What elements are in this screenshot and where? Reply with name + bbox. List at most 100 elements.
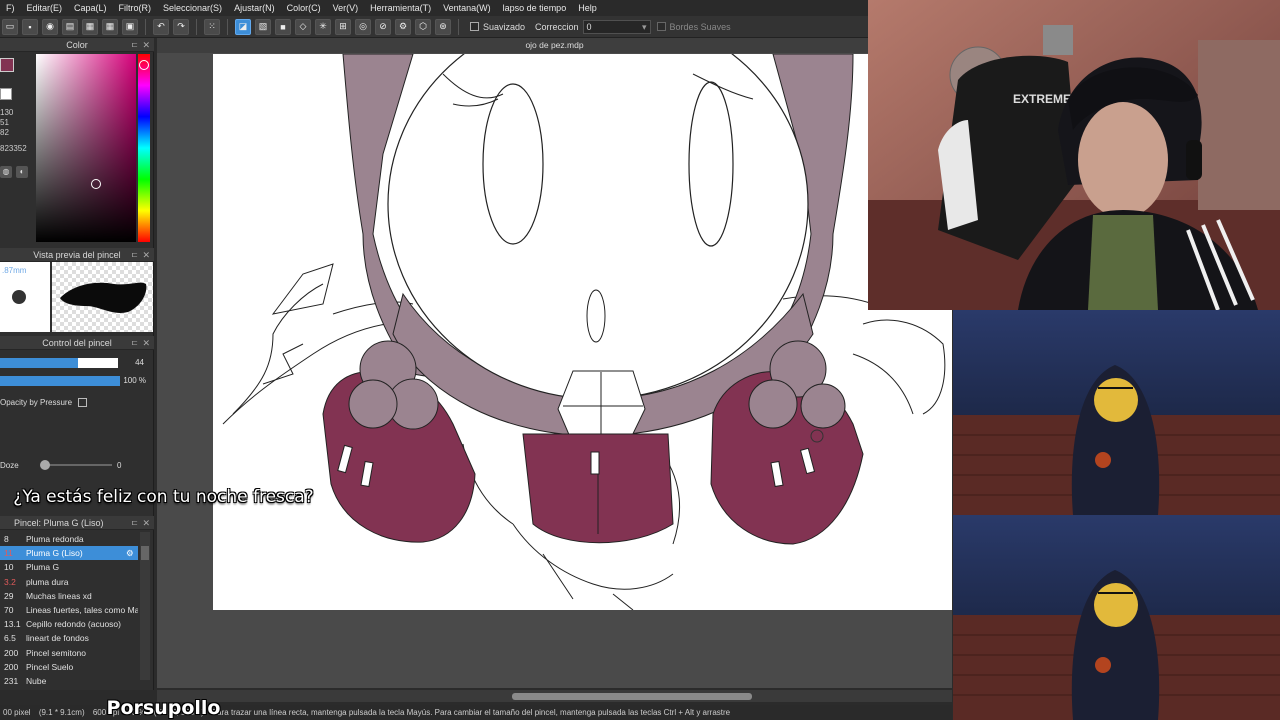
brush-control-panel: Control del pincel ⊏ ✕ 44 100 % Opacity … <box>0 336 154 512</box>
panel-close-icon[interactable]: ✕ <box>142 336 150 350</box>
hue-slider-cursor[interactable] <box>139 60 149 70</box>
color-palette-icon[interactable]: ◐ <box>16 166 28 178</box>
red-value[interactable]: 130 <box>0 108 13 117</box>
snap-off-icon[interactable]: ⊘ <box>375 18 391 35</box>
panel-pin-icon[interactable]: ⊏ <box>131 516 138 530</box>
main-color-swatch[interactable] <box>0 58 14 72</box>
tool-layers-icon[interactable]: ▣ <box>122 18 138 35</box>
snap-grid-icon[interactable]: ⊞ <box>335 18 351 35</box>
doze-slider-knob[interactable] <box>40 460 50 470</box>
menu-item-6[interactable]: Color(C) <box>281 3 327 13</box>
green-value[interactable]: 51 <box>0 118 9 127</box>
opacity-by-pressure-label: Opacity by Pressure <box>0 398 73 407</box>
tool-text-icon[interactable]: ▦ <box>82 18 98 35</box>
document-tab[interactable]: ojo de pez.mdp <box>157 38 952 53</box>
doze-slider[interactable] <box>42 464 112 466</box>
brush-list-item[interactable]: 200 Pincel Suelo <box>0 660 138 674</box>
color-picker-cursor[interactable] <box>91 179 101 189</box>
redo-icon[interactable]: ↷ <box>173 18 189 35</box>
panel-pin-icon[interactable]: ⊏ <box>131 38 138 52</box>
menu-item-5[interactable]: Ajustar(N) <box>228 3 281 13</box>
meme-overlay <box>953 310 1280 720</box>
brush-size-number: 6.5 <box>4 633 16 644</box>
screen: F) Editar(E) Capa(L) Filtro(R) Seleccionar(S… <box>0 0 1280 720</box>
brush-size-number: 200 <box>4 647 19 658</box>
brush-opacity-slider-fill <box>0 376 120 386</box>
line-mode-icon[interactable]: ▧ <box>255 18 271 35</box>
settings-icon[interactable]: ⚙ <box>395 18 411 35</box>
deselect-icon[interactable]: ⁙ <box>204 18 220 35</box>
brush-list-item[interactable]: 13.1 Cepillo redondo (acuoso) <box>0 617 138 631</box>
drawing-canvas[interactable] <box>213 54 952 610</box>
opacity-by-pressure-checkbox[interactable] <box>78 398 87 407</box>
doze-label: Doze <box>0 461 19 470</box>
menu-item-7[interactable]: Ver(V) <box>327 3 365 13</box>
menu-item-0[interactable]: F) <box>0 3 21 13</box>
toolbar-divider <box>227 18 228 35</box>
brush-size-slider[interactable] <box>0 358 118 368</box>
brush-list-item[interactable]: 200 Pincel semitono <box>0 646 138 660</box>
brush-list-item[interactable]: 3.2 pluma dura <box>0 575 138 589</box>
snap-settings-icon[interactable]: ⊛ <box>435 18 451 35</box>
brush-opacity-slider[interactable] <box>0 376 120 386</box>
brush-list-item[interactable]: 29 Muchas lineas xd <box>0 589 138 603</box>
brush-list-scrollbar-thumb[interactable] <box>141 546 149 560</box>
canvas-scrollbar-thumb[interactable] <box>512 693 752 700</box>
soft-edges-label: Bordes Suaves <box>669 21 731 32</box>
left-panels: Color ⊏ ✕ 130 51 82 823352 ◍ ◐ Vista pre… <box>0 38 154 690</box>
brush-list-scrollbar[interactable] <box>140 532 150 680</box>
menu-item-10[interactable]: lapso de tiempo <box>497 3 573 13</box>
fill-mode-icon[interactable]: ■ <box>275 18 291 35</box>
menu-bar: F) Editar(E) Capa(L) Filtro(R) Seleccionar(S… <box>0 0 868 16</box>
brush-list-item[interactable]: 70 Lineas fuertes, tales como Ma <box>0 603 138 617</box>
smoothing-checkbox[interactable] <box>470 22 479 31</box>
brush-preview-panel: Vista previa del pincel ⊏ ✕ .87mm <box>0 248 154 334</box>
webcam-overlay: EXTREME <box>868 0 1280 310</box>
brush-settings-gear-icon[interactable]: ⚙ <box>126 548 138 559</box>
panel-close-icon[interactable]: ✕ <box>142 248 150 262</box>
soft-edges-checkbox[interactable] <box>656 22 666 31</box>
menu-item-4[interactable]: Seleccionar(S) <box>157 3 228 13</box>
saturation-value-picker[interactable] <box>36 54 136 242</box>
radial-icon[interactable]: ✳ <box>315 18 331 35</box>
panel-close-icon[interactable]: ✕ <box>142 516 150 530</box>
brush-list-item[interactable]: 11 Pluma G (Liso) ⚙ <box>0 546 138 561</box>
correction-label: Correccion <box>535 21 579 32</box>
brush-name: Muchas lineas xd <box>26 590 92 601</box>
blue-value[interactable]: 82 <box>0 128 9 137</box>
panel-close-icon[interactable]: ✕ <box>142 38 150 52</box>
undo-icon[interactable]: ↶ <box>153 18 169 35</box>
hex-value[interactable]: 823352 <box>0 144 27 153</box>
tool-page-icon[interactable]: ▤ <box>62 18 78 35</box>
menu-item-8[interactable]: Herramienta(T) <box>364 3 437 13</box>
brush-size-slider-fill <box>0 358 78 368</box>
secondary-color-swatch[interactable] <box>0 88 12 100</box>
brush-control-title: Control del pincel ⊏ ✕ <box>0 336 154 350</box>
panel-pin-icon[interactable]: ⊏ <box>131 336 138 350</box>
symmetry-icon[interactable]: ⬡ <box>415 18 431 35</box>
menu-item-2[interactable]: Capa(L) <box>68 3 113 13</box>
tool-comment-icon[interactable]: ▪ <box>22 18 38 35</box>
pen-mode-icon[interactable]: ◪ <box>235 18 251 35</box>
brush-size-value: 44 <box>135 358 144 367</box>
menu-item-9[interactable]: Ventana(W) <box>437 3 497 13</box>
concentric-icon[interactable]: ◎ <box>355 18 371 35</box>
tool-speech-icon[interactable]: ◉ <box>42 18 58 35</box>
menu-item-11[interactable]: Help <box>572 3 603 13</box>
menu-item-1[interactable]: Editar(E) <box>21 3 69 13</box>
brush-list-item[interactable]: 6.5 lineart de fondos <box>0 631 138 645</box>
tool-select-icon[interactable]: ▭ <box>2 18 18 35</box>
brush-list-item[interactable]: 10 Pluma G <box>0 560 138 574</box>
perspective-icon[interactable]: ◇ <box>295 18 311 35</box>
correction-select[interactable]: 0 <box>582 19 651 34</box>
brush-list-item[interactable]: 231 Nube <box>0 674 138 688</box>
brush-preview-title: Vista previa del pincel ⊏ ✕ <box>0 248 154 262</box>
brush-list-item[interactable]: 8 Pluma redonda <box>0 532 138 546</box>
brush-list-title-text: Pincel: Pluma G (Liso) <box>14 518 104 528</box>
color-history-icon[interactable]: ◍ <box>0 166 12 178</box>
brush-name: pluma dura <box>26 576 69 587</box>
menu-item-3[interactable]: Filtro(R) <box>113 3 158 13</box>
panel-pin-icon[interactable]: ⊏ <box>131 248 138 262</box>
tool-grid-icon[interactable]: ▦ <box>102 18 118 35</box>
hue-slider[interactable] <box>138 54 150 242</box>
